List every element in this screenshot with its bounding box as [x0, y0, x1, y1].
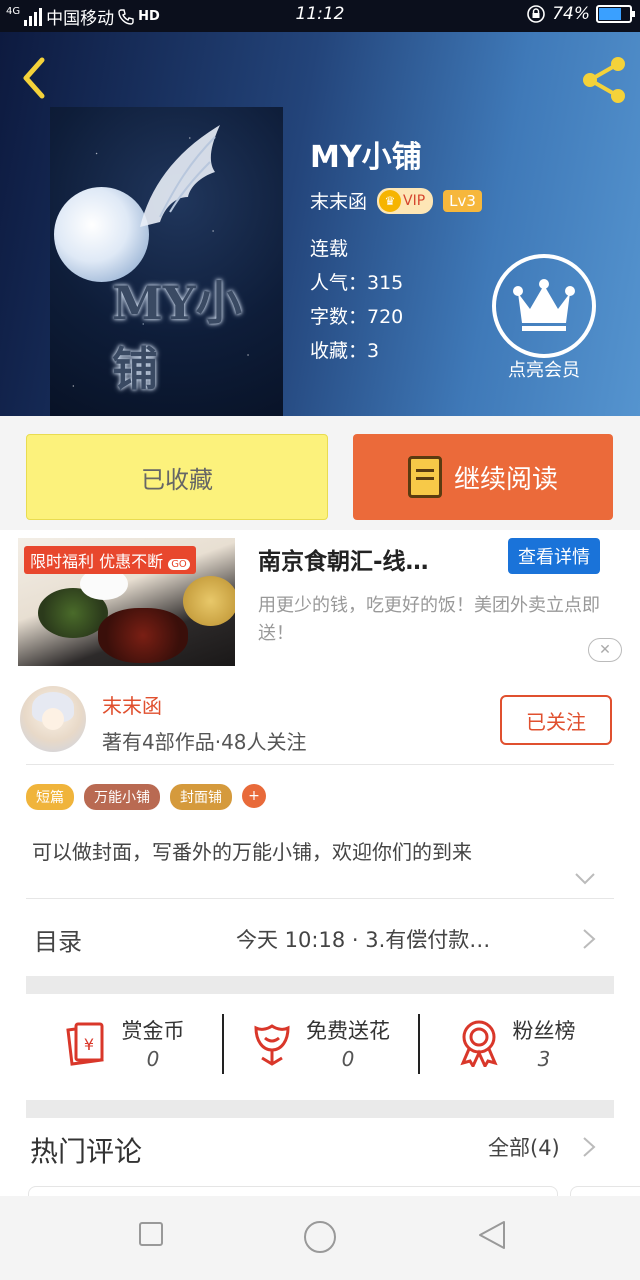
hot-comments-section: 热门评论 全部(4) — [0, 1100, 640, 1200]
ad-promo-banner: 限时福利 优惠不断 GO — [24, 546, 196, 574]
continue-reading-label: 继续阅读 — [453, 464, 558, 495]
author-card: 末末函 著有4部作品·48人关注 已关注 短篇 万能小铺 封面铺 + 可以做封面… — [0, 680, 640, 1100]
latest-chapter: 今天 10:18 · 3.有偿付款… — [236, 928, 491, 952]
book-header: MY小铺 MY小铺 末末函 ♛ VIP Lv3 连载 人气：315 字数：720 … — [0, 32, 640, 416]
status-bar: 4G 中国移动 HD 11:12 74% — [0, 0, 640, 32]
status-right: 74% — [526, 4, 635, 24]
tag-list: 短篇 万能小铺 封面铺 + — [26, 784, 266, 810]
chevron-down-icon[interactable] — [574, 872, 596, 886]
gift-count: 3 — [537, 1047, 551, 1071]
divider — [26, 764, 614, 765]
back-arrow-icon[interactable] — [16, 54, 52, 102]
favorited-button[interactable]: 已收藏 — [26, 434, 328, 520]
go-badge: GO — [168, 559, 190, 570]
member-button[interactable]: 点亮会员 — [492, 254, 596, 384]
award-ribbon-icon — [459, 1020, 498, 1067]
tag-item[interactable]: 万能小铺 — [84, 784, 160, 810]
ad-close-button[interactable]: ✕ — [588, 638, 622, 662]
tag-item[interactable]: 封面铺 — [170, 784, 232, 810]
popularity: 人气：315 — [310, 272, 404, 294]
gift-count: 0 — [146, 1047, 160, 1071]
wing-graphic — [140, 125, 220, 227]
gift-name: 免费送花 — [306, 1019, 390, 1043]
book-title: MY小铺 — [310, 140, 422, 175]
flower-icon — [254, 1024, 290, 1066]
cover-title: MY小铺 — [112, 276, 242, 396]
ad-detail-button[interactable]: 查看详情 — [508, 538, 600, 574]
section-gap — [26, 1100, 614, 1118]
book-stats: 连载 人气：315 字数：720 收藏：3 — [310, 232, 403, 368]
add-tag-button[interactable]: + — [242, 784, 266, 808]
book-icon — [407, 456, 442, 498]
ad-banner[interactable]: 限时福利 优惠不断 GO 南京食朝汇-线… 查看详情 用更少的钱，吃更好的饭！美… — [0, 530, 640, 680]
tag-item[interactable]: 短篇 — [26, 784, 74, 810]
gift-count: 0 — [341, 1047, 355, 1071]
member-label: 点亮会员 — [508, 360, 580, 381]
section-gap — [26, 976, 614, 994]
divider — [26, 898, 614, 899]
crown-icon: ♛ — [379, 189, 402, 212]
reward-coins-button[interactable]: ¥ 赏金币 0 — [26, 996, 222, 1090]
share-icon[interactable] — [578, 54, 630, 106]
author-name[interactable]: 末末函 — [102, 690, 162, 719]
ad-image[interactable]: 限时福利 优惠不断 GO — [18, 538, 235, 666]
author-row: 末末函 ♛ VIP Lv3 — [310, 187, 482, 214]
favorite-count: 收藏：3 — [310, 340, 380, 362]
follow-button[interactable]: 已关注 — [500, 695, 612, 745]
ad-description: 用更少的钱，吃更好的饭！美团外卖立点即送！ — [258, 595, 600, 644]
book-info: MY小铺 — [310, 132, 422, 176]
favorited-label: 已收藏 — [141, 465, 213, 494]
svg-text:¥: ¥ — [83, 1035, 93, 1054]
battery-percent: 74% — [552, 4, 590, 24]
gift-name: 赏金币 — [121, 1019, 185, 1043]
fan-ranking-button[interactable]: 粉丝榜 3 — [418, 996, 614, 1090]
continue-reading-button[interactable]: 继续阅读 — [353, 434, 613, 520]
crown-ring — [492, 254, 596, 358]
red-envelope-icon: ¥ — [65, 1022, 104, 1066]
author-summary: 著有4部作品·48人关注 — [102, 730, 307, 754]
avatar[interactable] — [20, 686, 86, 752]
chevron-right-icon — [583, 1137, 596, 1157]
level-badge: Lv3 — [443, 189, 482, 212]
chevron-right-icon — [583, 929, 596, 949]
book-author[interactable]: 末末函 — [310, 187, 367, 214]
word-count: 字数：720 — [310, 306, 404, 328]
all-comments-link[interactable]: 全部(4) — [488, 1132, 560, 1162]
recent-apps-icon[interactable] — [138, 1221, 164, 1247]
hot-comments-title: 热门评论 — [30, 1135, 143, 1168]
battery-icon — [596, 5, 635, 23]
system-nav-bar — [0, 1196, 640, 1280]
crown-icon — [513, 279, 575, 331]
home-icon[interactable] — [303, 1220, 337, 1254]
book-cover[interactable]: MY小铺 — [50, 107, 283, 416]
gift-row: ¥ 赏金币 0 免费送花 0 粉丝榜 3 — [26, 996, 614, 1090]
gift-name: 粉丝榜 — [512, 1019, 576, 1043]
ad-title[interactable]: 南京食朝汇-线… — [258, 542, 429, 576]
table-of-contents-row[interactable]: 目录 今天 10:18 · 3.有偿付款… — [0, 900, 640, 978]
serial-status: 连载 — [310, 238, 349, 260]
send-flower-button[interactable]: 免费送花 0 — [222, 996, 418, 1090]
book-intro: 可以做封面，写番外的万能小铺，欢迎你们的到来 — [32, 840, 472, 864]
toc-label: 目录 — [34, 928, 82, 956]
lock-rotation-icon — [527, 5, 546, 23]
vip-badge: ♛ VIP — [377, 187, 434, 214]
back-icon[interactable] — [478, 1220, 506, 1250]
